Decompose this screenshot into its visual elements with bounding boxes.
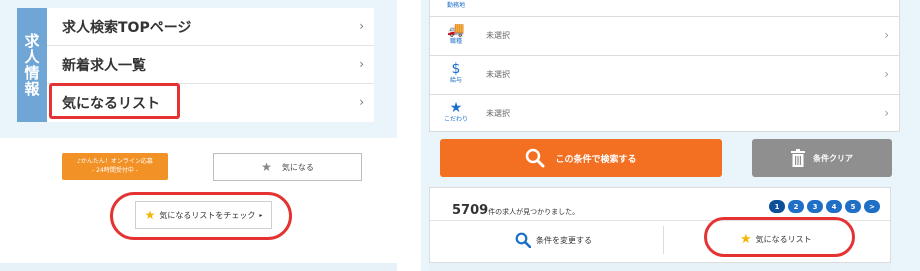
chevron-right-icon: ›: [359, 95, 364, 109]
clear-conditions-button[interactable]: 条件クリア: [752, 139, 892, 177]
truck-icon: 🚚 職種: [440, 22, 472, 46]
job-info-tab-label: 求人情報: [22, 33, 41, 97]
condition-value: 未選択: [486, 70, 510, 79]
star-glyph: ★: [449, 100, 463, 116]
left-footer-strip: [0, 263, 397, 271]
online-apply-button[interactable]: ♪かんたん！オンライン応募 - 24時間受付中 -: [62, 153, 168, 180]
page-button-4[interactable]: 4: [826, 200, 842, 213]
change-conditions-label: 条件を変更する: [536, 235, 592, 245]
condition-value: 未選択: [486, 31, 510, 40]
results-count-suffix: 件の求人が見つかりました。: [488, 208, 580, 216]
search-with-conditions-button[interactable]: この条件で検索する: [440, 139, 722, 177]
screenshot-root: 求人情報 求人検索TOPページ › 新着求人一覧 › 気になるリスト › ♪かん…: [0, 0, 920, 271]
clear-button-label: 条件クリア: [813, 153, 853, 163]
condition-value: 未選択: [486, 109, 510, 118]
chevron-right-icon: ›: [359, 19, 364, 33]
condition-caption: 給与: [449, 77, 462, 84]
chevron-right-icon: ›: [359, 57, 364, 71]
condition-caption: 職種: [449, 38, 462, 45]
condition-row-preferences[interactable]: ★ こだわり 未選択 ›: [430, 94, 899, 133]
search-condition-list: 勤務地 🚚 職種 未選択 › $ 給与 未選択 › ★ こだわり 未選択 ›: [429, 0, 900, 132]
highlight-annotation-rect: [49, 83, 180, 119]
star-icon: ★: [261, 160, 272, 174]
results-count: 5709件の求人が見つかりました。: [452, 199, 579, 218]
trash-icon: [791, 149, 805, 167]
change-conditions-button[interactable]: 条件を変更する: [515, 232, 592, 248]
search-icon: [526, 148, 545, 168]
favorite-button-label: 気になる: [281, 162, 314, 172]
menu-item-new-jobs[interactable]: 新着求人一覧 ›: [47, 46, 374, 84]
chevron-right-icon: ›: [884, 28, 889, 42]
condition-caption: こだわり: [443, 116, 468, 123]
coins-glyph: $: [451, 61, 461, 77]
results-count-number: 5709: [452, 203, 489, 218]
highlight-annotation-oval: [110, 192, 292, 240]
coins-icon: $ 給与: [440, 61, 472, 85]
favorite-button[interactable]: ★ 気になる: [213, 153, 362, 181]
chevron-right-icon: ›: [884, 67, 889, 81]
apply-button-line1: ♪かんたん！オンライン応募: [77, 158, 153, 165]
page-button-5[interactable]: 5: [845, 200, 861, 213]
page-button-2[interactable]: 2: [788, 200, 804, 213]
work-location-caption: 勤務地: [446, 2, 465, 9]
job-info-vertical-tab: 求人情報: [17, 8, 47, 122]
menu-item-search-top[interactable]: 求人検索TOPページ ›: [47, 8, 374, 46]
page-button-3[interactable]: 3: [807, 200, 823, 213]
search-button-label: この条件で検索する: [555, 154, 637, 165]
menu-item-label: 求人検索TOPページ: [62, 19, 192, 36]
apply-button-line2: - 24時間受付中 -: [92, 167, 138, 174]
right-footer-strip: [429, 263, 891, 271]
highlight-annotation-oval: [704, 217, 855, 257]
page-button-1[interactable]: 1: [769, 200, 785, 213]
chevron-right-icon: ›: [884, 106, 889, 120]
search-icon: [515, 232, 531, 248]
next-page-button[interactable]: >: [864, 200, 880, 213]
truck-glyph: 🚚: [447, 22, 465, 38]
star-icon: ★ こだわり: [440, 100, 472, 124]
condition-row-job-type[interactable]: 🚚 職種 未選択 ›: [430, 16, 899, 55]
condition-row-salary[interactable]: $ 給与 未選択 ›: [430, 55, 899, 94]
menu-item-label: 新着求人一覧: [62, 57, 146, 74]
divider-vertical: [663, 226, 664, 254]
pagination: 1 2 3 4 5 >: [769, 200, 880, 213]
